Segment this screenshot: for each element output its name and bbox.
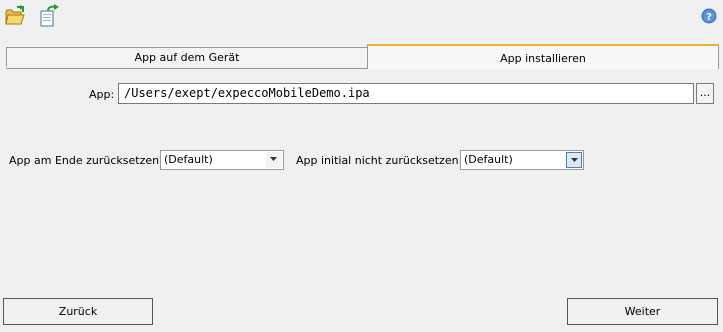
no-reset-initial-label: App initial nicht zurücksetzen:	[296, 154, 463, 167]
reset-end-label: App am Ende zurücksetzen:	[9, 154, 163, 167]
toolbar: ?	[0, 0, 723, 34]
app-label: App:	[89, 88, 115, 101]
open-folder-icon[interactable]	[3, 4, 27, 28]
tab-bar: App auf dem Gerät App installieren	[6, 43, 719, 69]
tab-app-auf-dem-geraet[interactable]: App auf dem Gerät	[6, 47, 368, 67]
chevron-down-icon[interactable]	[566, 152, 582, 168]
export-icon[interactable]	[37, 4, 61, 28]
reset-end-value: (Default)	[164, 153, 213, 166]
tab-app-installieren[interactable]: App installieren	[367, 44, 719, 69]
help-icon[interactable]: ?	[701, 8, 717, 24]
no-reset-initial-value: (Default)	[464, 153, 513, 166]
no-reset-initial-select[interactable]: (Default)	[460, 150, 584, 170]
reset-end-select[interactable]: (Default)	[160, 150, 284, 170]
svg-text:?: ?	[706, 12, 712, 23]
chevron-down-icon[interactable]	[266, 152, 282, 168]
next-button[interactable]: Weiter	[567, 298, 718, 325]
browse-button[interactable]: ...	[696, 83, 714, 104]
app-path-input[interactable]: /Users/exept/expeccoMobileDemo.ipa	[118, 83, 694, 104]
back-button[interactable]: Zurück	[3, 298, 153, 325]
